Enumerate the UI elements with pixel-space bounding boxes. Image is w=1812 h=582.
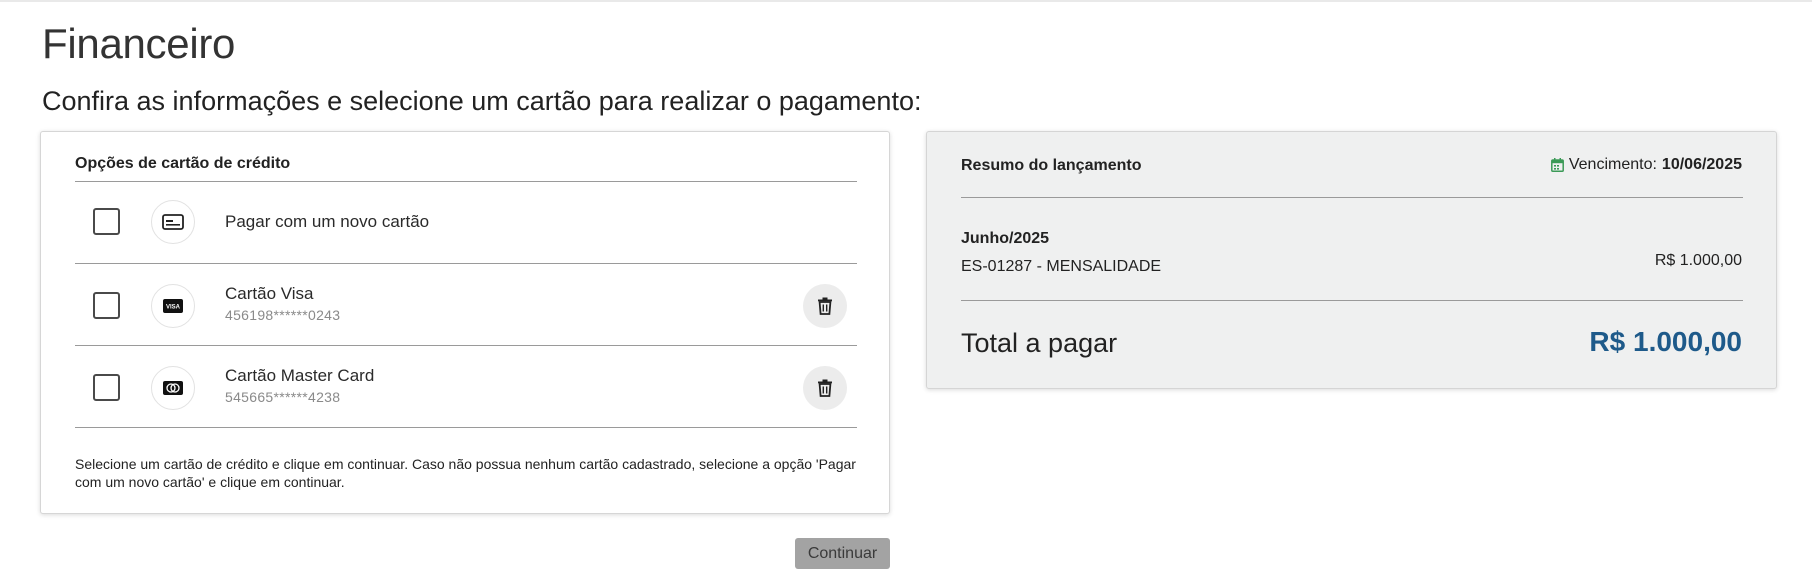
top-divider	[0, 0, 1812, 2]
new-card-checkbox[interactable]	[93, 208, 120, 235]
due-date: Vencimento: 10/06/2025	[1550, 156, 1742, 174]
payment-summary-panel: Resumo do lançamento Vencimento: 10/06/2…	[926, 131, 1777, 389]
option-mastercard-card[interactable]: Cartão Master Card 545665******4238	[75, 346, 857, 428]
card-number: 545665******4238	[225, 389, 341, 405]
delete-visa-card-button[interactable]	[803, 284, 847, 328]
option-label: Pagar com um novo cartão	[225, 212, 430, 231]
page-subtitle: Confira as informações e selecione um ca…	[42, 86, 922, 116]
card-options-header: Opções de cartão de crédito	[75, 155, 291, 172]
option-visa-card[interactable]: VISA Cartão Visa 456198******0243	[75, 264, 857, 346]
divider	[75, 427, 857, 428]
delete-mastercard-card-button[interactable]	[803, 366, 847, 410]
mastercard-card-checkbox[interactable]	[93, 374, 120, 401]
option-label: Cartão Master Card	[225, 366, 375, 385]
due-label: Vencimento:	[1568, 156, 1657, 173]
help-text: Selecione um cartão de crédito e clique …	[75, 456, 856, 490]
summary-item-value: R$ 1.000,00	[1654, 252, 1742, 269]
credit-card-options-panel: Opções de cartão de crédito Pagar com um…	[40, 131, 890, 514]
visa-mark: VISA	[166, 305, 181, 311]
total-value: R$ 1.000,00	[1589, 326, 1742, 357]
calendar-icon	[1550, 158, 1564, 172]
total-label: Total a pagar	[961, 328, 1118, 358]
divider	[961, 300, 1743, 301]
mastercard-icon	[151, 366, 195, 410]
summary-month: Junho/2025	[961, 230, 1050, 247]
option-new-card[interactable]: Pagar com um novo cartão	[75, 182, 857, 264]
divider	[961, 197, 1743, 198]
due-date-value: 10/06/2025	[1661, 156, 1742, 173]
summary-item-description: ES-01287 - MENSALIDADE	[961, 258, 1162, 275]
trash-icon	[818, 379, 832, 397]
page-title: Financeiro	[42, 20, 236, 67]
option-label: Cartão Visa	[225, 284, 314, 303]
credit-card-icon	[151, 200, 195, 244]
visa-icon: VISA	[151, 284, 195, 328]
visa-card-checkbox[interactable]	[93, 292, 120, 319]
summary-title: Resumo do lançamento	[961, 157, 1142, 174]
trash-icon	[818, 297, 832, 315]
continue-button[interactable]: Continuar	[795, 538, 890, 569]
card-number: 456198******0243	[225, 307, 341, 323]
